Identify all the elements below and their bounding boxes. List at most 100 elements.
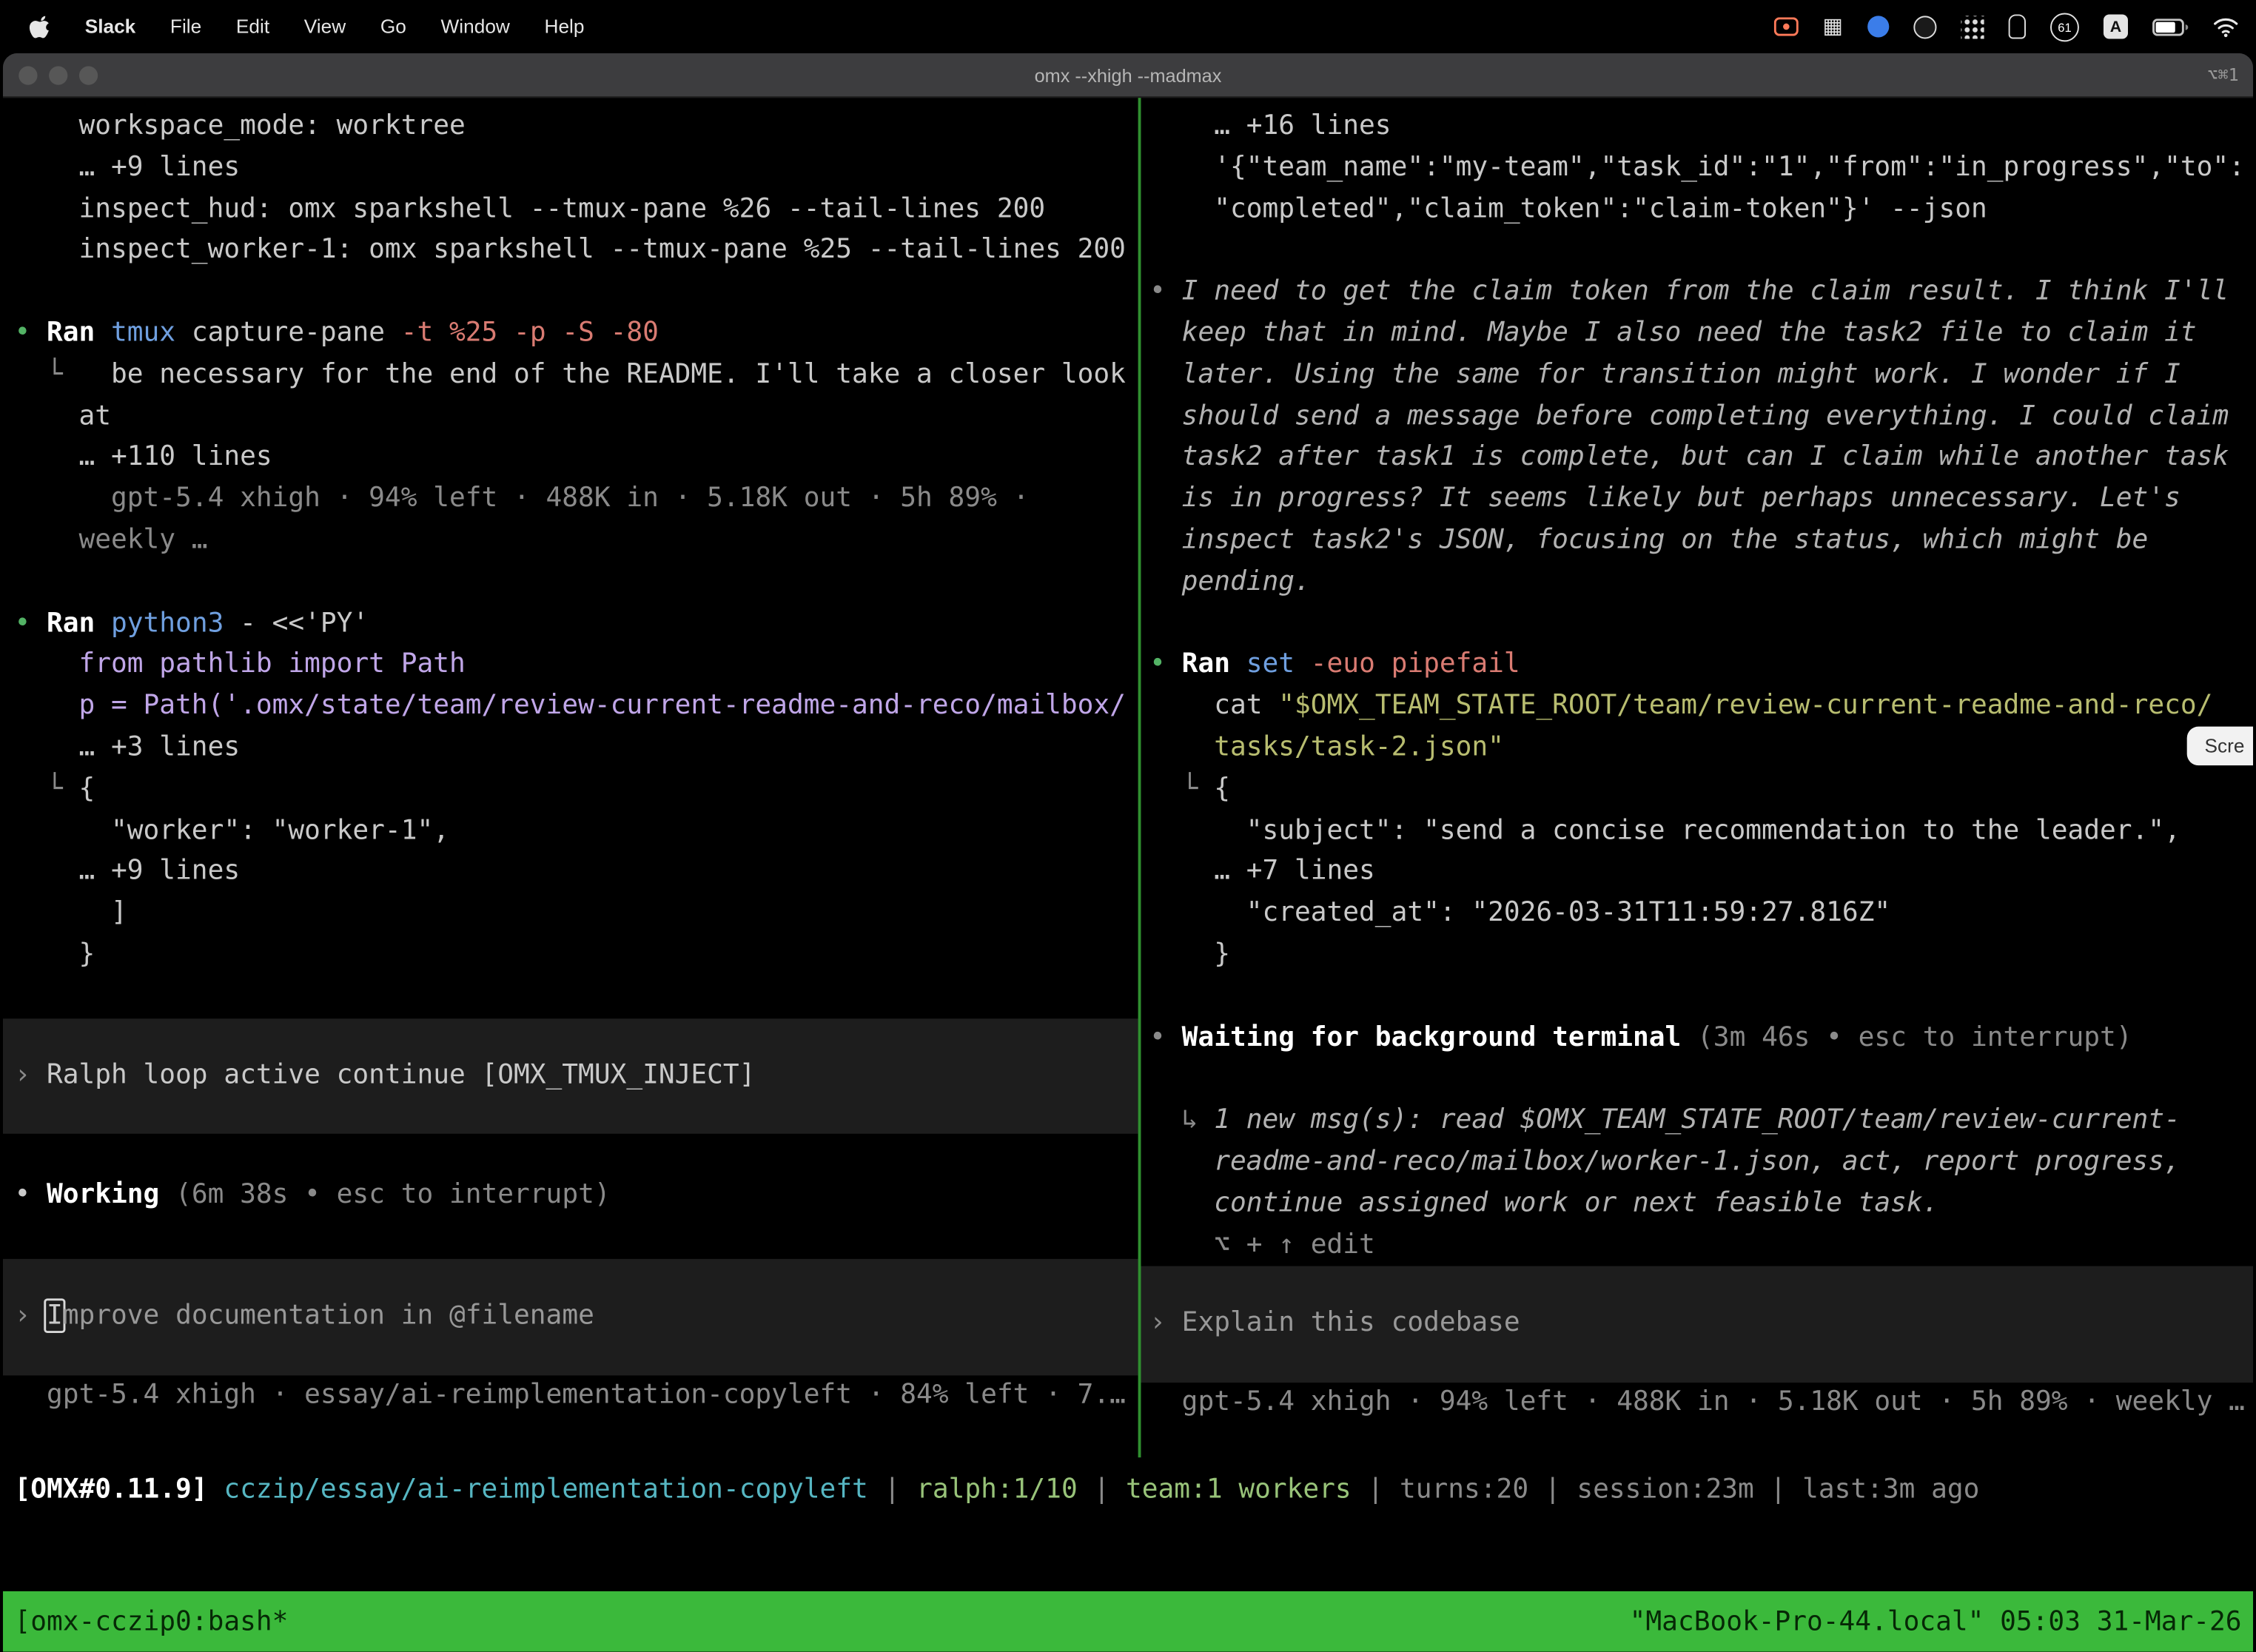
gauge-value: 61 xyxy=(2058,19,2071,33)
tmux-host-time-label: "MacBook-Pro-44.local" 05:03 31-Mar-26 xyxy=(1630,1606,2242,1636)
terminal-line: should send a message before completing … xyxy=(1141,397,2253,438)
model-status-line: gpt-5.4 xhigh · 94% left · 488K in · 5.1… xyxy=(1141,1383,2253,1424)
right-pane[interactable]: … +16 lines '{"team_name":"my-team","tas… xyxy=(1141,98,2253,1457)
terminal-line: • I need to get the claim token from the… xyxy=(1141,272,2253,314)
terminal-line: inspect_worker-1: omx sparkshell --tmux-… xyxy=(3,231,1138,272)
terminal-line: • Working (6m 38s • esc to interrupt) xyxy=(3,1175,1138,1217)
terminal-line: • Ran python3 - <<'PY' xyxy=(3,604,1138,645)
terminal-line xyxy=(3,563,1138,604)
terminal-line: from pathlib import Path xyxy=(3,645,1138,687)
terminal-line xyxy=(3,976,1138,1018)
terminal-line: ] xyxy=(3,893,1138,935)
app-icon-blue[interactable] xyxy=(1867,16,1889,37)
tmux-status-bar: [omx-cczip0:bash* "MacBook-Pro-44.local"… xyxy=(3,1591,2253,1652)
terminal-line: inspect task2's JSON, focusing on the st… xyxy=(1141,521,2253,563)
window-title: omx --xhigh --madmax xyxy=(3,64,2253,86)
prompt-band[interactable]: › Explain this codebase xyxy=(1141,1266,2253,1383)
terminal-line: inspect_hud: omx sparkshell --tmux-pane … xyxy=(3,189,1138,231)
omx-status-line: [OMX#0.11.9] cczip/essay/ai-reimplementa… xyxy=(3,1471,2253,1512)
terminal-line xyxy=(3,272,1138,314)
terminal-line: task2 after task1 is complete, but can I… xyxy=(1141,438,2253,480)
prompt-band[interactable]: › Ralph loop active continue [OMX_TMUX_I… xyxy=(3,1018,1138,1134)
model-status-line: gpt-5.4 xhigh · essay/ai-reimplementatio… xyxy=(3,1374,1138,1416)
gauge-icon[interactable]: 61 xyxy=(2050,13,2079,41)
terminal-line: └ { xyxy=(1141,769,2253,810)
terminal-line: workspace_mode: worktree xyxy=(3,107,1138,148)
terminal-line: later. Using the same for transition mig… xyxy=(1141,355,2253,397)
screen-share-tooltip: Scre xyxy=(2187,727,2253,765)
input-source-letter: A xyxy=(2110,18,2121,35)
terminal-line: • Waiting for background terminal (3m 46… xyxy=(1141,1018,2253,1059)
dots-grid-icon[interactable] xyxy=(1961,15,1984,38)
omx-status: [OMX#0.11.9] cczip/essay/ai-reimplementa… xyxy=(3,1471,2253,1512)
minimize-button[interactable] xyxy=(49,65,67,84)
terminal-line xyxy=(1141,976,2253,1018)
title-bar[interactable]: omx --xhigh --madmax ⌥⌘1 xyxy=(3,53,2253,98)
block-cursor: I xyxy=(47,1300,63,1331)
terminal-line: cat "$OMX_TEAM_STATE_ROOT/team/review-cu… xyxy=(1141,687,2253,728)
app-icon-small[interactable] xyxy=(2009,14,2026,38)
menu-bar: Slack File Edit View Go Window Help ▦ 61… xyxy=(0,0,2256,53)
terminal-line: └ be necessary for the end of the README… xyxy=(3,355,1138,397)
active-app-menu[interactable]: Slack xyxy=(85,16,136,37)
menu-go[interactable]: Go xyxy=(380,16,406,37)
terminal-line: "worker": "worker-1", xyxy=(3,810,1138,852)
terminal-line: at xyxy=(3,397,1138,438)
ghost-prompt-line: › Improve documentation in @filename xyxy=(3,1296,1138,1337)
terminal-line: … +7 lines xyxy=(1141,852,2253,893)
terminal-line xyxy=(1141,604,2253,645)
terminal-line: … +9 lines xyxy=(3,852,1138,893)
menu-view[interactable]: View xyxy=(304,16,346,37)
terminal-line: tasks/task-2.json" xyxy=(1141,728,2253,770)
terminal-line: "completed","claim_token":"claim-token"}… xyxy=(1141,189,2253,231)
terminal-line: p = Path('.omx/state/team/review-current… xyxy=(3,687,1138,728)
left-pane[interactable]: workspace_mode: worktree … +9 lines insp… xyxy=(3,98,1138,1457)
terminal-line: … +16 lines xyxy=(1141,107,2253,148)
terminal-line xyxy=(1141,231,2253,272)
grid-icon[interactable]: ▦ xyxy=(1823,16,1844,37)
terminal-line: … +3 lines xyxy=(3,728,1138,770)
menu-help[interactable]: Help xyxy=(545,16,585,37)
terminal-line: weekly … xyxy=(3,521,1138,563)
apple-menu-icon[interactable] xyxy=(29,14,50,38)
terminal-window: omx --xhigh --madmax ⌥⌘1 workspace_mode:… xyxy=(3,53,2253,1652)
screen: Slack File Edit View Go Window Help ▦ 61… xyxy=(0,0,2256,1652)
terminal-line: ↳ 1 new msg(s): read $OMX_TEAM_STATE_ROO… xyxy=(1141,1101,2253,1142)
terminal-line: } xyxy=(1141,935,2253,976)
input-source-icon[interactable]: A xyxy=(2104,14,2128,38)
menu-file[interactable]: File xyxy=(170,16,201,37)
terminal-line: "subject": "send a concise recommendatio… xyxy=(1141,810,2253,852)
terminal-line: • Ran tmux capture-pane -t %25 -p -S -80 xyxy=(3,314,1138,355)
app-icon-dark[interactable] xyxy=(1913,15,1936,38)
menu-window[interactable]: Window xyxy=(441,16,510,37)
terminal-line: "created_at": "2026-03-31T11:59:27.816Z" xyxy=(1141,893,2253,935)
terminal-line xyxy=(3,1217,1138,1258)
ghost-prompt-line: › Explain this codebase xyxy=(1141,1304,2253,1346)
terminal-line: └ { xyxy=(3,769,1138,810)
terminal-line: ⌥ + ↑ edit xyxy=(1141,1225,2253,1266)
tmux-panes: workspace_mode: worktree … +9 lines insp… xyxy=(3,98,2253,1457)
terminal-line: gpt-5.4 xhigh · 94% left · 488K in · 5.1… xyxy=(3,480,1138,521)
terminal-line: … +110 lines xyxy=(3,438,1138,480)
zoom-button[interactable] xyxy=(79,65,98,84)
terminal-line: readme-and-reco/mailbox/worker-1.json, a… xyxy=(1141,1142,2253,1183)
terminal-line: '{"team_name":"my-team","task_id":"1","f… xyxy=(1141,148,2253,189)
terminal-line: continue assigned work or next feasible … xyxy=(1141,1183,2253,1225)
injected-prompt-line: › Ralph loop active continue [OMX_TMUX_I… xyxy=(3,1055,1138,1097)
window-shortcut-hint: ⌥⌘1 xyxy=(2208,64,2239,84)
terminal-line: keep that in mind. Maybe I also need the… xyxy=(1141,314,2253,355)
terminal-line: … +9 lines xyxy=(3,148,1138,189)
battery-icon[interactable] xyxy=(2152,18,2189,35)
terminal-line: pending. xyxy=(1141,563,2253,604)
terminal-line xyxy=(3,1134,1138,1175)
menu-edit[interactable]: Edit xyxy=(236,16,269,37)
tmux-session-label: [omx-cczip0:bash* xyxy=(14,1606,288,1636)
screen-recording-icon[interactable] xyxy=(1773,17,1798,36)
terminal-line: is in progress? It seems likely but perh… xyxy=(1141,480,2253,521)
close-button[interactable] xyxy=(19,65,37,84)
wifi-icon[interactable] xyxy=(2213,16,2239,36)
terminal-line: } xyxy=(3,935,1138,976)
terminal-line: • Ran set -euo pipefail xyxy=(1141,645,2253,687)
prompt-band[interactable]: › Improve documentation in @filename xyxy=(3,1258,1138,1374)
terminal-line xyxy=(1141,1059,2253,1101)
